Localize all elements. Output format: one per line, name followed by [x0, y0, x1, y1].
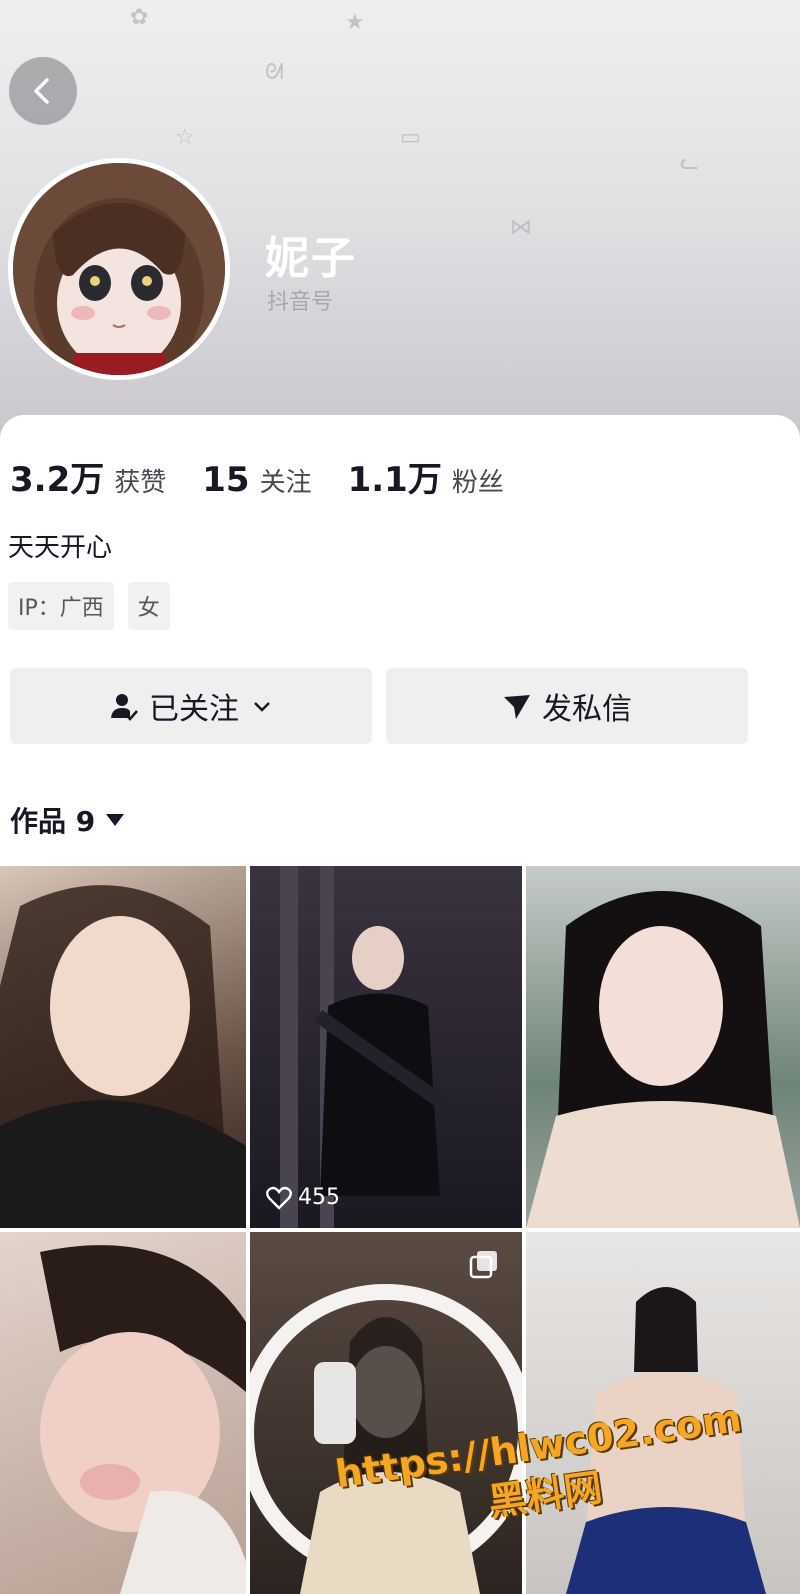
stat-followers[interactable]: 1.1万 粉丝 — [348, 452, 504, 501]
stat-label: 关注 — [259, 468, 312, 498]
gender-tag: 女 — [127, 582, 170, 630]
works-tab[interactable]: 作品 9 — [10, 800, 125, 840]
following-button-label: 已关注 — [149, 692, 239, 727]
stat-following[interactable]: 15 关注 — [202, 460, 311, 500]
chevron-left-icon — [34, 78, 49, 104]
doodle-star-icon: ★ — [345, 10, 365, 35]
profile-tags: IP：广西 女 — [8, 582, 184, 630]
like-count: 455 — [266, 1185, 340, 1210]
doodle-flower-icon: ✿ — [130, 5, 149, 30]
following-button[interactable]: 已关注 — [10, 668, 372, 744]
work-thumbnail[interactable]: 455 — [250, 866, 522, 1228]
back-button[interactable] — [9, 57, 77, 125]
user-check-icon — [109, 691, 139, 721]
profile-bio: 天天开心 — [8, 533, 113, 563]
ip-location-tag: IP：广西 — [8, 582, 114, 630]
send-message-button[interactable]: 发私信 — [386, 668, 748, 744]
douyin-id-label: 抖音号 — [267, 290, 334, 315]
work-thumbnail[interactable] — [0, 1232, 246, 1594]
work-photo — [0, 885, 246, 1228]
stat-likes[interactable]: 3.2万 获赞 — [10, 452, 166, 501]
avatar[interactable] — [8, 158, 230, 380]
works-tab-label: 作品 9 — [10, 805, 96, 838]
stat-value: 1.1万 — [347, 460, 442, 500]
stat-label: 粉丝 — [451, 468, 504, 498]
work-thumbnail[interactable] — [526, 866, 800, 1228]
work-photo — [40, 1245, 246, 1594]
avatar-doll-image — [13, 163, 225, 375]
doodle-bunny-icon: ᘛ — [265, 60, 284, 85]
stats-row: 3.2万 获赞 15 关注 1.1万 粉丝 — [10, 452, 540, 501]
profile-name: 妮子 — [265, 233, 357, 284]
send-message-label: 发私信 — [542, 692, 632, 727]
chevron-down-icon — [251, 695, 273, 717]
heart-icon — [266, 1186, 292, 1210]
stat-value: 15 — [202, 460, 250, 500]
triangle-down-icon — [105, 812, 125, 828]
doodle-cat-icon: ᓚ — [680, 150, 699, 175]
doodle-star-icon: ☆ — [175, 125, 195, 150]
work-photo — [526, 891, 800, 1228]
stat-value: 3.2万 — [10, 460, 105, 500]
multi-image-icon — [468, 1248, 500, 1284]
send-icon — [502, 691, 532, 721]
doodle-bow-icon: ⋈ — [510, 215, 532, 240]
like-count-value: 455 — [298, 1185, 340, 1210]
doodle-box-icon: ▭ — [400, 125, 421, 150]
work-photo — [280, 866, 486, 1228]
work-thumbnail[interactable] — [0, 866, 246, 1228]
stat-label: 获赞 — [114, 468, 167, 498]
